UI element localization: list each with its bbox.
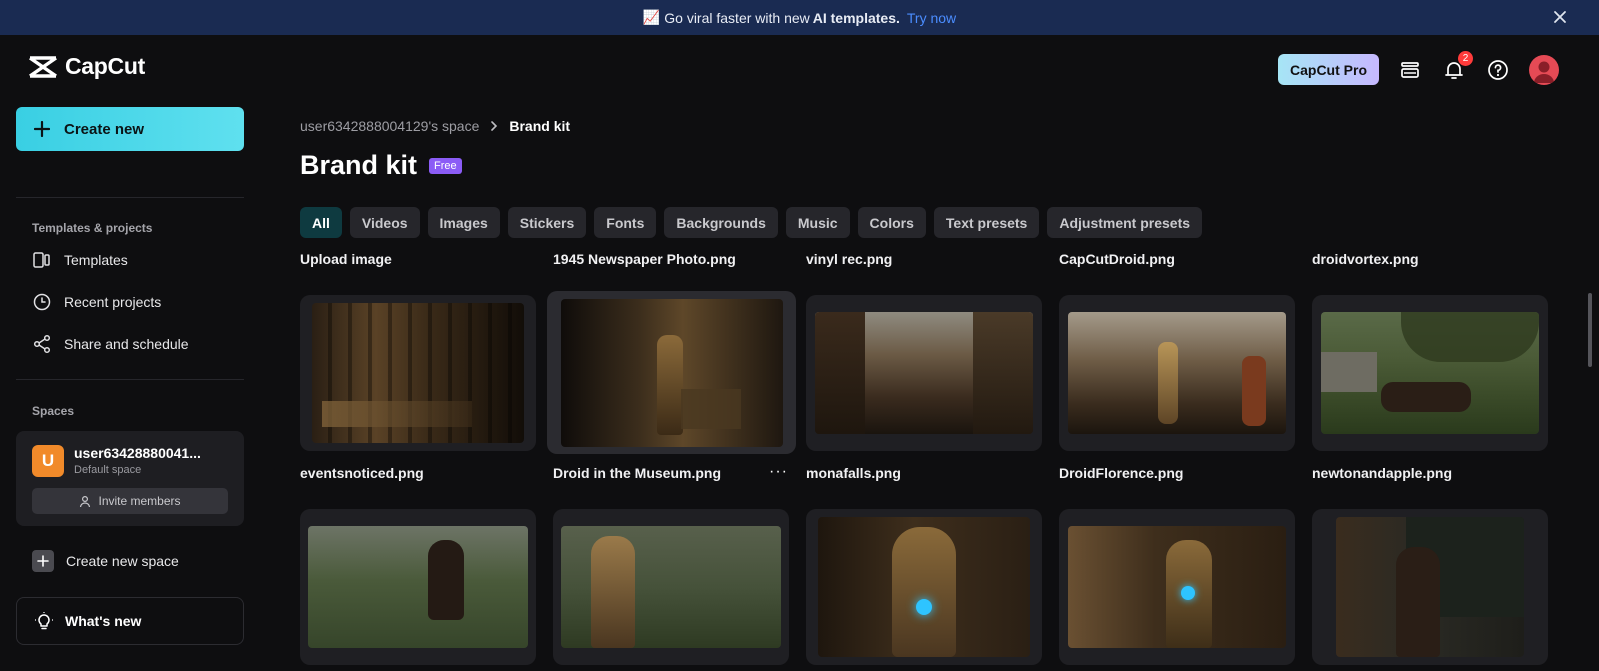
stack-icon[interactable] bbox=[1397, 57, 1423, 83]
asset-thumbnail bbox=[1068, 526, 1286, 648]
invite-members-label: Invite members bbox=[98, 494, 181, 508]
share-icon bbox=[33, 334, 51, 354]
page-title-row: Brand kit Free bbox=[300, 150, 462, 181]
create-new-space-button[interactable]: Create new space bbox=[16, 540, 244, 582]
close-icon[interactable] bbox=[1551, 8, 1569, 26]
asset-label: DroidFlorence.png bbox=[1059, 465, 1184, 481]
asset-label: CapCutDroid.png bbox=[1059, 251, 1175, 267]
create-new-space-label: Create new space bbox=[66, 553, 179, 569]
capcut-logo[interactable]: CapCut bbox=[27, 53, 145, 80]
asset-thumbnail bbox=[1068, 312, 1286, 434]
asset-thumbnail bbox=[308, 526, 528, 648]
sidebar-item-label: Share and schedule bbox=[64, 336, 189, 352]
clock-icon bbox=[33, 293, 51, 311]
asset-thumbnail bbox=[818, 517, 1030, 657]
asset-label: eventsnoticed.png bbox=[300, 465, 424, 481]
breadcrumb-space[interactable]: user6342888004129's space bbox=[300, 118, 479, 134]
create-new-button[interactable]: Create new bbox=[16, 107, 244, 151]
page-title: Brand kit bbox=[300, 150, 418, 180]
invite-members-button[interactable]: Invite members bbox=[32, 488, 228, 514]
plus-square-icon bbox=[32, 550, 54, 572]
space-card[interactable]: U user63428880041... Default space Invit… bbox=[16, 431, 244, 526]
promo-banner: 📈 Go viral faster with new AI templates.… bbox=[0, 0, 1599, 35]
capcut-logo-icon bbox=[29, 55, 57, 78]
tab-adjustment-presets[interactable]: Adjustment presets bbox=[1047, 207, 1203, 238]
asset-label: droidvortex.png bbox=[1312, 251, 1419, 267]
divider bbox=[16, 379, 244, 380]
sidebar-item-label: Recent projects bbox=[64, 294, 162, 310]
space-name: user63428880041... bbox=[74, 445, 201, 461]
logo-text: CapCut bbox=[65, 53, 145, 79]
whats-new-label: What's new bbox=[65, 613, 142, 629]
banner-text: Go viral faster with new bbox=[664, 9, 810, 26]
header-actions: CapCut Pro 2 bbox=[1278, 50, 1559, 85]
free-badge: Free bbox=[429, 157, 462, 174]
asset-thumbnail bbox=[312, 303, 524, 443]
breadcrumb: user6342888004129's space Brand kit bbox=[300, 118, 570, 134]
asset-thumbnail bbox=[1336, 517, 1524, 657]
user-plus-icon bbox=[80, 495, 91, 507]
asset-card[interactable] bbox=[553, 509, 789, 665]
asset-card[interactable] bbox=[806, 295, 1042, 451]
asset-card[interactable] bbox=[1312, 509, 1548, 665]
tab-colors[interactable]: Colors bbox=[857, 207, 926, 238]
asset-card[interactable] bbox=[1059, 509, 1295, 665]
asset-card[interactable] bbox=[1312, 295, 1548, 451]
tab-fonts[interactable]: Fonts bbox=[594, 207, 657, 238]
sidebar-item-share-schedule[interactable]: Share and schedule bbox=[16, 323, 244, 365]
breadcrumb-current: Brand kit bbox=[509, 118, 571, 134]
templates-section-label: Templates & projects bbox=[32, 221, 153, 235]
tab-stickers[interactable]: Stickers bbox=[507, 207, 587, 238]
asset-card-selected[interactable] bbox=[547, 291, 796, 454]
asset-label: 1945 Newspaper Photo.png bbox=[553, 251, 736, 267]
chart-emoji: 📈 bbox=[642, 9, 661, 25]
asset-thumbnail bbox=[815, 312, 1033, 434]
asset-card[interactable] bbox=[806, 509, 1042, 665]
help-icon[interactable] bbox=[1485, 57, 1511, 83]
sidebar-item-label: Templates bbox=[64, 252, 128, 268]
sidebar-item-templates[interactable]: Templates bbox=[16, 239, 244, 281]
sidebar: Create new Templates & projects Template… bbox=[16, 107, 244, 645]
space-subtitle: Default space bbox=[74, 464, 142, 476]
asset-label: monafalls.png bbox=[806, 465, 901, 481]
scrollbar-thumb[interactable] bbox=[1588, 293, 1592, 367]
tab-music[interactable]: Music bbox=[785, 207, 850, 238]
whats-new-button[interactable]: What's new bbox=[16, 597, 244, 645]
chevron-right-icon bbox=[491, 121, 498, 131]
lightbulb-icon bbox=[35, 612, 53, 630]
asset-card[interactable] bbox=[300, 509, 536, 665]
more-options-icon[interactable]: ··· bbox=[769, 463, 788, 481]
asset-label: Droid in the Museum.png bbox=[553, 465, 721, 481]
banner-strong: AI templates. bbox=[812, 9, 900, 26]
notification-badge: 2 bbox=[1458, 50, 1473, 66]
try-now-link[interactable]: Try now bbox=[907, 10, 956, 26]
tab-videos[interactable]: Videos bbox=[349, 207, 420, 238]
tab-images[interactable]: Images bbox=[427, 207, 500, 238]
asset-label: Upload image bbox=[300, 251, 392, 267]
filter-tabs: All Videos Images Stickers Fonts Backgro… bbox=[300, 207, 1203, 238]
tab-text-presets[interactable]: Text presets bbox=[933, 207, 1040, 238]
spaces-section-label: Spaces bbox=[32, 404, 75, 418]
divider bbox=[16, 197, 244, 198]
tab-all[interactable]: All bbox=[300, 207, 342, 238]
asset-thumbnail bbox=[1321, 312, 1539, 434]
plus-icon bbox=[34, 121, 50, 137]
bell-icon[interactable]: 2 bbox=[1441, 50, 1473, 83]
space-avatar: U bbox=[32, 445, 64, 477]
tab-backgrounds[interactable]: Backgrounds bbox=[664, 207, 778, 238]
templates-icon bbox=[33, 252, 50, 268]
asset-label: newtonandapple.png bbox=[1312, 465, 1452, 481]
asset-card[interactable] bbox=[300, 295, 536, 451]
create-new-label: Create new bbox=[64, 120, 145, 138]
capcut-pro-button[interactable]: CapCut Pro bbox=[1278, 54, 1379, 85]
asset-card[interactable] bbox=[1059, 295, 1295, 451]
asset-thumbnail bbox=[561, 299, 783, 447]
asset-label: vinyl rec.png bbox=[806, 251, 893, 267]
sidebar-item-recent-projects[interactable]: Recent projects bbox=[16, 281, 244, 323]
asset-thumbnail bbox=[561, 526, 781, 648]
user-avatar[interactable] bbox=[1529, 54, 1559, 85]
